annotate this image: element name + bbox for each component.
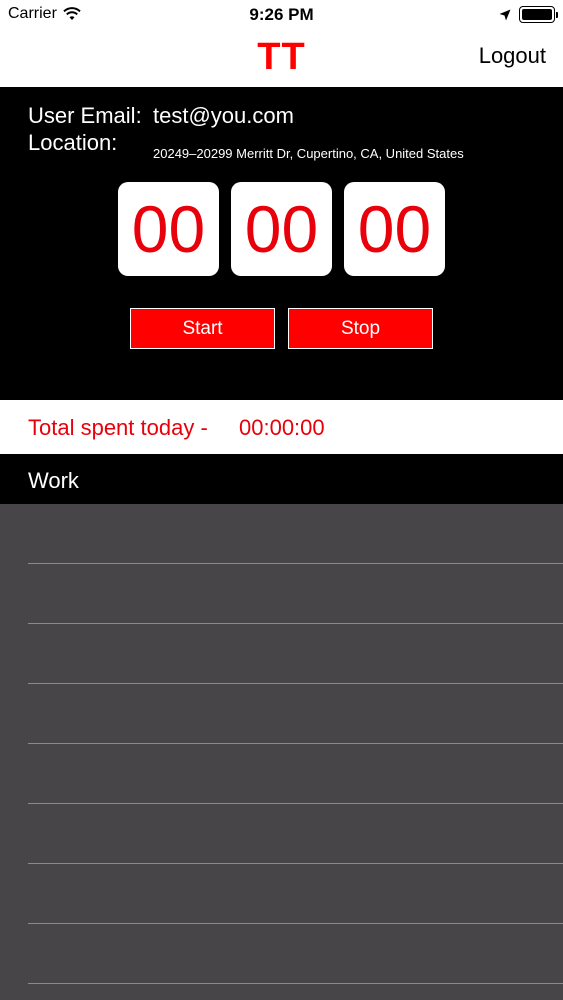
list-item[interactable] [28,744,563,804]
work-list[interactable] [0,504,563,1000]
list-item[interactable] [28,864,563,924]
start-button[interactable]: Start [130,308,275,349]
section-header-work: Work [0,454,563,504]
user-email-label: User Email: [28,103,142,128]
section-title: Work [28,468,79,493]
list-item[interactable] [28,684,563,744]
user-email-value: test@you.com [153,103,294,128]
location-label: Location: [28,130,118,155]
total-spent-value: 00:00:00 [239,415,325,440]
status-bar: Carrier 9:26 PM [0,0,563,30]
total-spent-row: Total spent today - 00:00:00 [0,400,563,454]
status-right [499,6,558,23]
list-item[interactable] [28,624,563,684]
list-item[interactable] [28,504,563,564]
list-item[interactable] [28,564,563,624]
list-item[interactable] [28,924,563,984]
location-arrow-icon [499,9,511,20]
status-time: 9:26 PM [249,5,314,24]
nav-bar: TT Logout [0,30,563,87]
list-item[interactable] [28,804,563,864]
total-spent-label: Total spent today - [28,415,208,440]
info-panel: User Email: test@you.com Location: 20249… [0,87,563,400]
timer-minutes: 00 [231,182,332,276]
location-value: 20249–20299 Merritt Dr, Cupertino, CA, U… [153,146,464,161]
logout-button[interactable]: Logout [479,43,546,69]
timer-seconds: 00 [344,182,445,276]
battery-level [522,9,552,20]
battery-icon [519,6,558,23]
timer-hours: 00 [118,182,219,276]
stop-button[interactable]: Stop [288,308,433,349]
